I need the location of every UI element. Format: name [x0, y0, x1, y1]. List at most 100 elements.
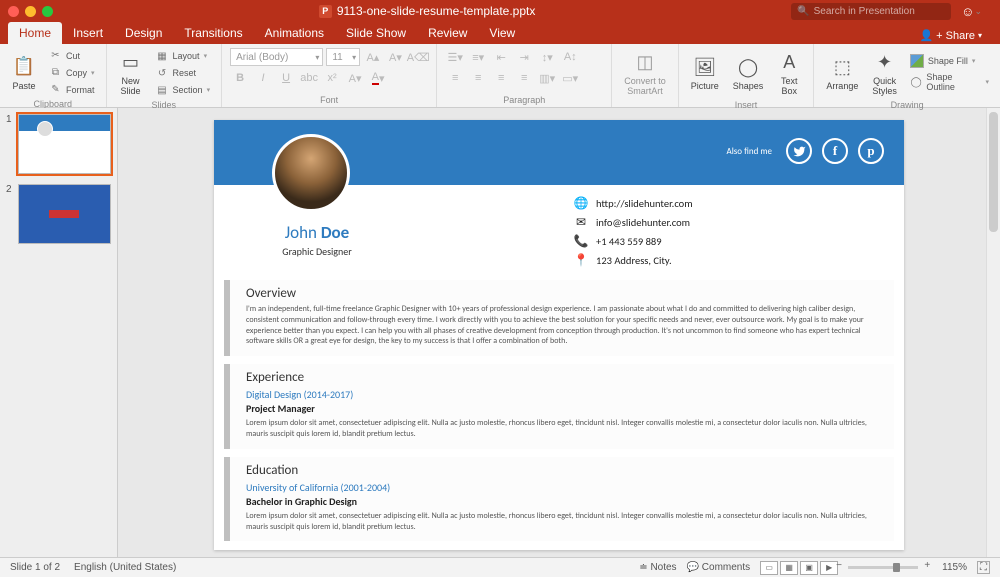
- status-bar: Slide 1 of 2 English (United States) ≐ N…: [0, 557, 1000, 577]
- education-sub1: University of California (2001-2004): [246, 481, 878, 494]
- tab-view[interactable]: View: [478, 22, 526, 44]
- close-window-button[interactable]: [8, 6, 19, 17]
- clipboard-group: 📋 Paste ✂Cut ⧉Copy ▾ ✎Format Clipboard: [0, 44, 107, 107]
- quick-styles-icon: ✦: [873, 50, 897, 74]
- superscript-button[interactable]: x²: [322, 69, 342, 87]
- decrease-font-button[interactable]: A▾: [386, 48, 406, 66]
- align-left-button[interactable]: ≡: [445, 69, 465, 87]
- search-input[interactable]: 🔍 Search in Presentation: [791, 3, 951, 20]
- shape-fill-button[interactable]: Shape Fill ▾: [907, 53, 992, 69]
- twitter-icon[interactable]: [786, 138, 812, 164]
- new-slide-label: New Slide: [121, 76, 141, 96]
- columns-button[interactable]: ▥▾: [537, 69, 557, 87]
- font-name-select[interactable]: Arial (Body): [230, 48, 323, 66]
- section-button[interactable]: ▤Section ▾: [153, 83, 214, 98]
- pinterest-icon[interactable]: p: [858, 138, 884, 164]
- numbering-button[interactable]: ≡▾: [468, 48, 488, 66]
- font-color-button[interactable]: A▾: [368, 69, 388, 87]
- thumbnail-2[interactable]: 2: [6, 184, 111, 244]
- share-button[interactable]: 👤 + Share ▾: [911, 27, 990, 44]
- italic-button[interactable]: I: [253, 69, 273, 87]
- layout-button[interactable]: ▦Layout ▾: [153, 49, 214, 64]
- facebook-icon[interactable]: f: [822, 138, 848, 164]
- format-painter-button[interactable]: ✎Format: [46, 82, 98, 97]
- tab-insert[interactable]: Insert: [62, 22, 114, 44]
- textbox-button[interactable]: AText Box: [773, 48, 805, 98]
- line-spacing-button[interactable]: ↕▾: [537, 48, 557, 66]
- thumb-number: 2: [6, 184, 14, 244]
- education-body: Lorem ipsum dolor sit amet, consectetuer…: [246, 511, 878, 533]
- strike-button[interactable]: abc: [299, 69, 319, 87]
- vertical-scrollbar[interactable]: [986, 108, 1000, 557]
- picture-button[interactable]: 🖼Picture: [687, 48, 723, 98]
- phone-icon: 📞: [574, 234, 588, 248]
- thumbnail-1[interactable]: 1: [6, 114, 111, 174]
- education-title: Education: [246, 463, 878, 478]
- experience-body: Lorem ipsum dolor sit amet, consectetuer…: [246, 418, 878, 440]
- fill-swatch-icon: [910, 54, 924, 68]
- align-text-button[interactable]: ▭▾: [560, 69, 580, 87]
- font-size-select[interactable]: 11: [326, 48, 360, 66]
- quick-styles-button[interactable]: ✦Quick Styles: [868, 48, 901, 98]
- shapes-button[interactable]: ◯Shapes: [729, 48, 768, 98]
- tab-animations[interactable]: Animations: [254, 22, 335, 44]
- zoom-thumb[interactable]: [893, 563, 900, 572]
- shapes-icon: ◯: [736, 55, 760, 79]
- bullets-button[interactable]: ☰▾: [445, 48, 465, 66]
- bold-button[interactable]: B: [230, 69, 250, 87]
- slides-group: ▭ New Slide ▦Layout ▾ ↺Reset ▤Section ▾ …: [107, 44, 223, 107]
- cut-button[interactable]: ✂Cut: [46, 48, 98, 63]
- format-icon: ✎: [49, 83, 62, 96]
- new-slide-button[interactable]: ▭ New Slide: [115, 48, 147, 98]
- name-block: John Doe Graphic Designer: [252, 222, 382, 258]
- copy-button[interactable]: ⧉Copy ▾: [46, 65, 98, 80]
- paste-button[interactable]: 📋 Paste: [8, 48, 40, 97]
- tab-review[interactable]: Review: [417, 22, 478, 44]
- slide-canvas[interactable]: Also find me f p John Doe Graphic Design…: [118, 108, 1000, 557]
- indent-button[interactable]: ⇥: [514, 48, 534, 66]
- person-role: Graphic Designer: [252, 245, 382, 258]
- chevron-down-icon[interactable]: ⌄: [974, 6, 982, 17]
- highlight-button[interactable]: A▾: [345, 69, 365, 87]
- reset-button[interactable]: ↺Reset: [153, 66, 214, 81]
- overview-body: I'm an independent, full-time freelance …: [246, 304, 878, 347]
- increase-font-button[interactable]: A▴: [363, 48, 383, 66]
- reading-view-button[interactable]: ▣: [800, 561, 818, 575]
- avatar: [272, 134, 350, 212]
- search-placeholder: Search in Presentation: [814, 6, 915, 17]
- normal-view-button[interactable]: ▭: [760, 561, 778, 575]
- sorter-view-button[interactable]: ▦: [780, 561, 798, 575]
- tab-slideshow[interactable]: Slide Show: [335, 22, 417, 44]
- align-right-button[interactable]: ≡: [491, 69, 511, 87]
- text-direction-button[interactable]: A↕: [560, 48, 580, 66]
- pin-icon: 📍: [574, 253, 588, 267]
- zoom-slider[interactable]: [848, 566, 918, 569]
- maximize-window-button[interactable]: [42, 6, 53, 17]
- filename-label: 9113-one-slide-resume-template.pptx: [337, 4, 536, 18]
- zoom-level[interactable]: 115%: [942, 562, 967, 573]
- tab-home[interactable]: Home: [8, 22, 62, 44]
- ribbon: 📋 Paste ✂Cut ⧉Copy ▾ ✎Format Clipboard ▭…: [0, 44, 1000, 108]
- feedback-button[interactable]: ☺: [961, 4, 974, 19]
- tab-design[interactable]: Design: [114, 22, 173, 44]
- comments-button[interactable]: 💬 Comments: [687, 562, 751, 573]
- align-center-button[interactable]: ≡: [468, 69, 488, 87]
- underline-button[interactable]: U: [276, 69, 296, 87]
- person-name: John Doe: [252, 222, 382, 243]
- justify-button[interactable]: ≡: [514, 69, 534, 87]
- arrange-icon: ⬚: [830, 55, 854, 79]
- notes-button[interactable]: ≐ Notes: [639, 562, 676, 573]
- language-indicator[interactable]: English (United States): [74, 562, 176, 573]
- shape-outline-button[interactable]: ◯Shape Outline ▾: [907, 71, 992, 93]
- insert-group: 🖼Picture ◯Shapes AText Box Insert: [679, 44, 815, 107]
- clear-format-button[interactable]: A⌫: [408, 48, 428, 66]
- thumb-number: 1: [6, 114, 14, 174]
- convert-smartart-button[interactable]: ◫ Convert to SmartArt: [620, 48, 670, 98]
- tab-transitions[interactable]: Transitions: [173, 22, 253, 44]
- arrange-button[interactable]: ⬚Arrange: [822, 48, 862, 98]
- contact-address: 📍123 Address, City.: [574, 253, 693, 267]
- fit-to-window-button[interactable]: ⛶: [977, 561, 990, 574]
- window-controls: [8, 6, 53, 17]
- minimize-window-button[interactable]: [25, 6, 36, 17]
- outdent-button[interactable]: ⇤: [491, 48, 511, 66]
